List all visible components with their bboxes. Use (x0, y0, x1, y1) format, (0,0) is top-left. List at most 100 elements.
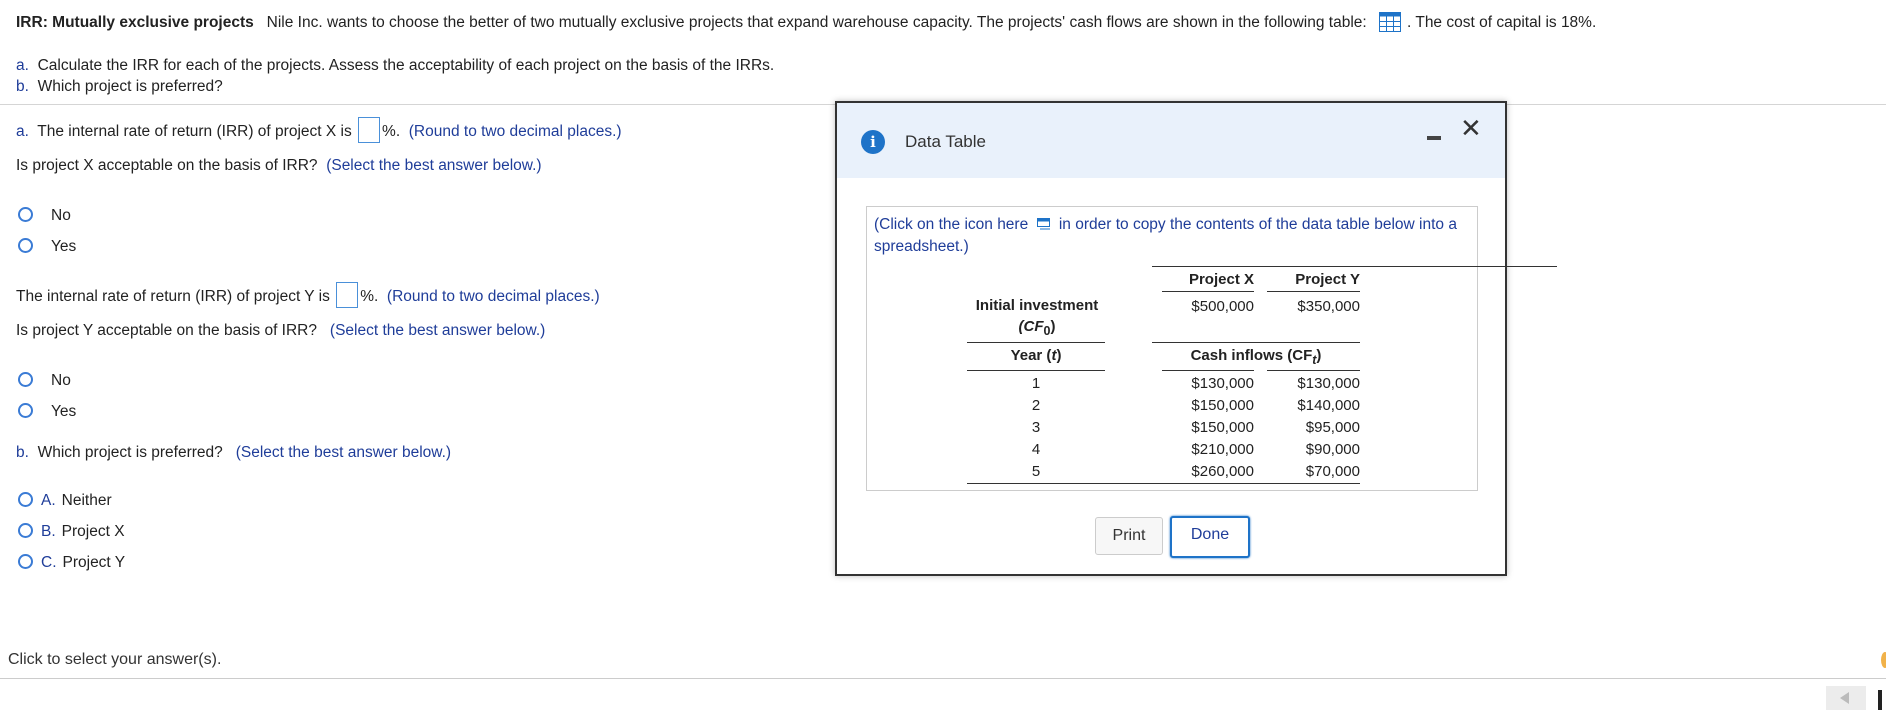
year-cell: 1 (1031, 375, 1041, 392)
radio-button[interactable] (18, 207, 33, 222)
q5-letter: b. (16, 444, 29, 461)
year-header: Year (t) (967, 347, 1105, 364)
y-option-no[interactable]: No (18, 372, 71, 390)
q3-suffix: %. (360, 288, 379, 305)
year-close: ) (1056, 347, 1062, 364)
option-letter: B. (41, 523, 56, 540)
q3-hint: (Round to two decimal places.) (386, 288, 600, 305)
problem-statement: IRR: Mutually exclusive projects Nile In… (16, 12, 1596, 37)
inflow-x-cell: $260,000 (1191, 463, 1254, 480)
initial-investment-x: $500,000 (1191, 298, 1254, 315)
table-rule (1162, 291, 1254, 292)
option-letter: A. (41, 492, 56, 509)
scroll-left-button[interactable] (1826, 686, 1866, 710)
x-acceptable-question: Is project X acceptable on the basis of … (16, 157, 542, 175)
q1-suffix: %. (382, 123, 401, 140)
cost-of-capital: . The cost of capital is 18%. (1407, 14, 1597, 31)
q3-prefix: The internal rate of return (IRR) of pro… (16, 288, 330, 305)
q1-letter: a. (16, 123, 29, 140)
col-header-project-x: Project X (1188, 271, 1254, 288)
arrow-left-icon (1840, 692, 1849, 704)
option-letter: C. (41, 554, 57, 571)
dialog-title: Data Table (905, 132, 986, 151)
option-label: Neither (61, 492, 112, 509)
option-label: Yes (51, 238, 77, 255)
copy-to-spreadsheet-icon[interactable] (1036, 215, 1051, 236)
initial-investment-sub: (CF0) (957, 318, 1117, 338)
initial-investment-label: Initial investment (975, 297, 1099, 314)
radio-button[interactable] (18, 554, 33, 569)
preferred-option-neither[interactable]: A. Neither (18, 492, 112, 510)
y-acceptable-question: Is project Y acceptable on the basis of … (16, 322, 545, 340)
problem-title: IRR: Mutually exclusive projects (16, 14, 254, 31)
info-icon: i (861, 130, 885, 154)
problem-description: Nile Inc. wants to choose the better of … (266, 14, 1367, 31)
inflow-y-cell: $90,000 (1305, 441, 1360, 458)
irr-x-input[interactable] (358, 117, 381, 143)
inflow-x-cell: $130,000 (1191, 375, 1254, 392)
table-rule (1162, 370, 1254, 371)
q2-text: Is project X acceptable on the basis of … (16, 157, 318, 174)
parts-list: a. Calculate the IRR for each of the pro… (16, 55, 774, 97)
radio-button[interactable] (18, 372, 33, 387)
inflow-y-cell: $130,000 (1297, 375, 1360, 392)
inflow-label: Cash inflows (CF (1190, 347, 1313, 364)
part-b-text: Which project is preferred? (37, 78, 223, 95)
edge-indicator (1881, 652, 1886, 668)
cf-symbol: (CF (1018, 318, 1044, 335)
copy-instructions: (Click on the icon here in order to copy… (874, 214, 1464, 257)
inflow-close: ) (1316, 347, 1322, 364)
q5-text: Which project is preferred? (37, 444, 223, 461)
preferred-option-project-y[interactable]: C. Project Y (18, 554, 125, 572)
preferred-option-project-x[interactable]: B. Project X (18, 523, 125, 541)
scroll-right-edge (1878, 690, 1882, 710)
part-a: a. Calculate the IRR for each of the pro… (16, 55, 774, 76)
table-rule (967, 483, 1360, 484)
preferred-question: b. Which project is preferred? (Select t… (16, 444, 451, 462)
q1-prefix: The internal rate of return (IRR) of pro… (37, 123, 352, 140)
cf-close: ) (1050, 318, 1056, 335)
print-button[interactable]: Print (1095, 517, 1163, 555)
table-rule (967, 342, 1105, 343)
table-rule (1152, 266, 1557, 267)
done-button[interactable]: Done (1170, 516, 1250, 558)
x-option-no[interactable]: No (18, 207, 71, 225)
part-b-letter: b. (16, 78, 29, 95)
data-table-icon[interactable] (1379, 12, 1402, 37)
x-option-yes[interactable]: Yes (18, 238, 76, 256)
cash-inflows-header: Cash inflows (CFt) (1152, 347, 1360, 367)
irr-y-input[interactable] (336, 282, 359, 308)
inflow-x-cell: $150,000 (1191, 397, 1254, 414)
data-table-container: (Click on the icon here in order to copy… (866, 206, 1557, 491)
table-rule (1152, 342, 1360, 343)
minimize-icon[interactable] (1427, 136, 1441, 140)
option-label: Yes (51, 403, 77, 420)
y-option-yes[interactable]: Yes (18, 403, 76, 421)
part-a-letter: a. (16, 57, 29, 74)
radio-button[interactable] (18, 492, 33, 507)
radio-button[interactable] (18, 523, 33, 538)
radio-button[interactable] (18, 238, 33, 253)
copy-note-start: (Click on the icon here (874, 216, 1029, 233)
year-cell: 5 (1031, 463, 1041, 480)
table-rule (1267, 291, 1360, 292)
inflow-y-cell: $95,000 (1305, 419, 1360, 436)
year-cell: 2 (1031, 397, 1041, 414)
data-table-dialog: i Data Table ✕ (Click on the icon here i… (835, 101, 1557, 576)
inflow-x-cell: $210,000 (1191, 441, 1254, 458)
option-label: Project X (61, 523, 125, 540)
option-label: No (51, 207, 71, 224)
initial-investment-y: $350,000 (1297, 298, 1360, 315)
q2-hint: (Select the best answer below.) (326, 157, 542, 174)
part-a-text: Calculate the IRR for each of the projec… (37, 57, 775, 74)
footer-divider (0, 678, 1886, 679)
close-icon[interactable]: ✕ (1460, 115, 1482, 141)
q4-hint: (Select the best answer below.) (329, 322, 546, 339)
dialog-header: i Data Table ✕ (837, 103, 1505, 178)
col-header-project-y: Project Y (1295, 271, 1360, 288)
year-cell: 4 (1031, 441, 1041, 458)
q5-hint: (Select the best answer below.) (235, 444, 452, 461)
table-rule (1267, 370, 1360, 371)
radio-button[interactable] (18, 403, 33, 418)
q4-text: Is project Y acceptable on the basis of … (16, 322, 317, 339)
